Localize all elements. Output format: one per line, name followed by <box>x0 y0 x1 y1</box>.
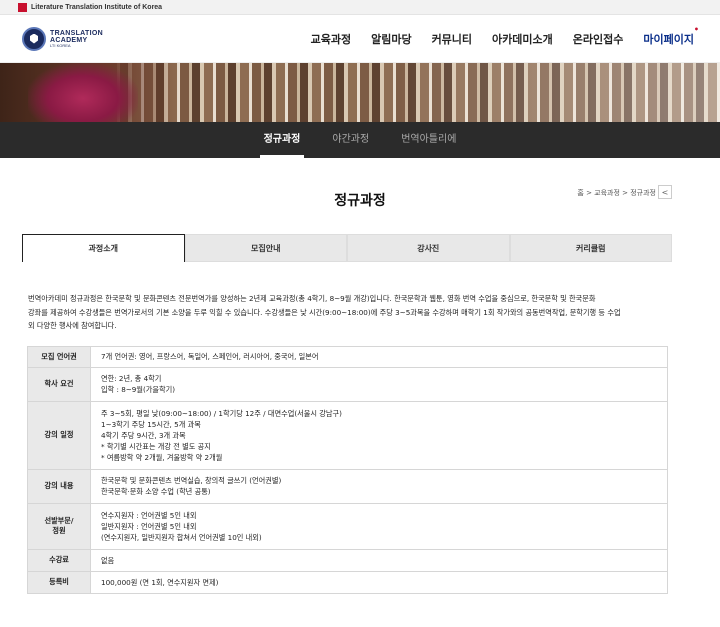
row-value: 7개 언어권: 영어, 프랑스어, 독일어, 스페인어, 러시아어, 중국어, … <box>90 345 668 368</box>
table-row: 선발부문/정원 연수지원자 : 언어권별 5인 내외 일반지원자 : 언어권별 5인… <box>27 502 668 550</box>
sub-nav: 정규과정 야간과정 번역아틀리에 <box>0 122 720 158</box>
row-value-line: 한국문학·문화 소양 수업 (학년 공통) <box>101 487 211 496</box>
row-label: 강의 내용 <box>27 468 91 504</box>
row-value-line: 7개 언어권: 영어, 프랑스어, 독일어, 스페인어, 러시아어, 중국어, … <box>101 352 319 361</box>
hero-figure <box>28 63 138 122</box>
nav-mypage[interactable]: 마이페이지 <box>643 25 698 47</box>
tab-curriculum[interactable]: 커리큘럼 <box>509 234 672 262</box>
nav-community[interactable]: 커뮤니티 <box>432 31 472 47</box>
table-row: 강의 내용 한국문학 및 문화콘텐츠 번역실습, 창의적 글쓰기 (언어권별) 한국… <box>27 468 668 504</box>
row-value-line: 일반지원자 : 언어권별 5인 내외 <box>101 521 197 531</box>
row-label: 등록비 <box>27 570 91 594</box>
site-logo[interactable]: TRANSLATION ACADEMY LTI KOREA <box>22 26 103 51</box>
main-nav: 교육과정 알림마당 커뮤니티 아카데미소개 온라인접수 마이페이지 <box>291 25 699 47</box>
row-value: 한국문학 및 문화콘텐츠 번역실습, 창의적 글쓰기 (언어권별) 한국문학·문화… <box>90 468 668 504</box>
table-row: 강의 일정 주 3~5회, 평일 낮(09:00~18:00) / 1학기당 12… <box>27 400 668 470</box>
row-value: 없음 <box>90 548 668 572</box>
row-value-line: 연수지원자 : 언어권별 5인 내외 <box>101 510 197 520</box>
row-label: 학사 요건 <box>27 366 91 402</box>
row-value-line: 한국문학 및 문화콘텐츠 번역실습, 창의적 글쓰기 (언어권별) <box>101 476 282 485</box>
row-value-line: 입학 : 8~9월(가을학기) <box>101 385 176 394</box>
hero-light <box>390 63 720 122</box>
nav-notices[interactable]: 알림마당 <box>371 31 411 47</box>
row-label: 선발부문/정원 <box>27 502 91 550</box>
table-row: 등록비 100,000원 (연 1회, 연수지원자 면제) <box>27 570 668 594</box>
row-value-line: 1~3학기 주당 15시간, 5개 과목 <box>101 419 201 429</box>
breadcrumb[interactable]: 홈 > 교육과정 > 정규과정 <box>577 188 656 198</box>
nav-curriculum[interactable]: 교육과정 <box>311 31 351 47</box>
logo-line3: LTI KOREA <box>50 42 71 48</box>
subnav-regular[interactable]: 정규과정 <box>259 122 305 158</box>
program-info-table: 모집 언어권 7개 언어권: 영어, 프랑스어, 독일어, 스페인어, 러시아어,… <box>27 345 668 594</box>
row-value-line: (연수지원자, 일반지원자 합쳐서 언어권별 10인 내외) <box>101 532 262 542</box>
table-row: 수강료 없음 <box>27 548 668 572</box>
intro-line: 외 다양한 행사에 참여합니다. <box>28 321 117 330</box>
row-value-line: 100,000원 (연 1회, 연수지원자 면제) <box>101 577 219 587</box>
intro-line: 강좌를 제공하여 수강생들은 번역가로서의 기본 소양을 두루 익힐 수 있습니… <box>28 307 621 317</box>
share-icon[interactable]: < <box>658 185 672 199</box>
row-value: 100,000원 (연 1회, 연수지원자 면제) <box>90 570 668 594</box>
top-strip: Literature Translation Institute of Kore… <box>0 0 720 15</box>
row-value-line: 연한: 2년, 총 4학기 <box>101 374 162 383</box>
tab-recruitment[interactable]: 모집안내 <box>184 234 347 262</box>
content-tabs: 과정소개 모집안내 강사진 커리큘럼 <box>22 234 672 262</box>
row-value-line: 없음 <box>101 555 115 565</box>
row-label: 강의 일정 <box>27 400 91 470</box>
logo-text: TRANSLATION ACADEMY LTI KOREA <box>50 30 103 48</box>
tab-overview[interactable]: 과정소개 <box>22 234 185 262</box>
row-label: 수강료 <box>27 548 91 572</box>
logo-line1: TRANSLATION <box>50 29 103 37</box>
row-value: 연수지원자 : 언어권별 5인 내외 일반지원자 : 언어권별 5인 내외 (연수지… <box>90 502 668 550</box>
hero-banner <box>0 63 720 122</box>
row-value: 연한: 2년, 총 4학기입학 : 8~9월(가을학기) <box>90 366 668 402</box>
table-row: 학사 요건 연한: 2년, 총 4학기 입학 : 8~9월(가을학기) <box>27 366 668 402</box>
row-value-line: 4학기 주당 9시간, 3개 과목 <box>101 430 186 440</box>
academy-emblem-icon <box>22 26 46 51</box>
intro-line: 번역아카데미 정규과정은 한국문학 및 문화콘텐츠 전문번역가를 양성하는 2년… <box>28 294 596 303</box>
row-value-line: * 학기별 시간표는 개강 전 별도 공지 <box>101 441 211 451</box>
site-header: TRANSLATION ACADEMY LTI KOREA 교육과정 알림마당 … <box>0 15 720 63</box>
org-name[interactable]: Literature Translation Institute of Kore… <box>31 4 162 11</box>
row-value-line: 주 3~5회, 평일 낮(09:00~18:00) / 1학기당 12주 / 대… <box>101 408 342 418</box>
subnav-atelier[interactable]: 번역아틀리에 <box>401 122 456 158</box>
row-value-line: * 여름방학 약 2개월, 겨울방학 약 2개월 <box>101 452 223 462</box>
table-row: 모집 언어권 7개 언어권: 영어, 프랑스어, 독일어, 스페인어, 러시아어,… <box>27 345 668 368</box>
nav-online-application[interactable]: 온라인접수 <box>573 31 624 47</box>
subnav-evening[interactable]: 야간과정 <box>332 122 369 158</box>
tab-faculty[interactable]: 강사진 <box>347 234 510 262</box>
nav-about[interactable]: 아카데미소개 <box>492 31 553 47</box>
row-label: 모집 언어권 <box>27 345 91 368</box>
lti-logo-icon <box>18 2 27 12</box>
intro-paragraph: 번역아카데미 정규과정은 한국문학 및 문화콘텐츠 전문번역가를 양성하는 2년… <box>28 292 672 333</box>
row-value: 주 3~5회, 평일 낮(09:00~18:00) / 1학기당 12주 / 대… <box>90 400 668 470</box>
page-head: 정규과정 홈 > 교육과정 > 정규과정 < <box>0 158 720 234</box>
